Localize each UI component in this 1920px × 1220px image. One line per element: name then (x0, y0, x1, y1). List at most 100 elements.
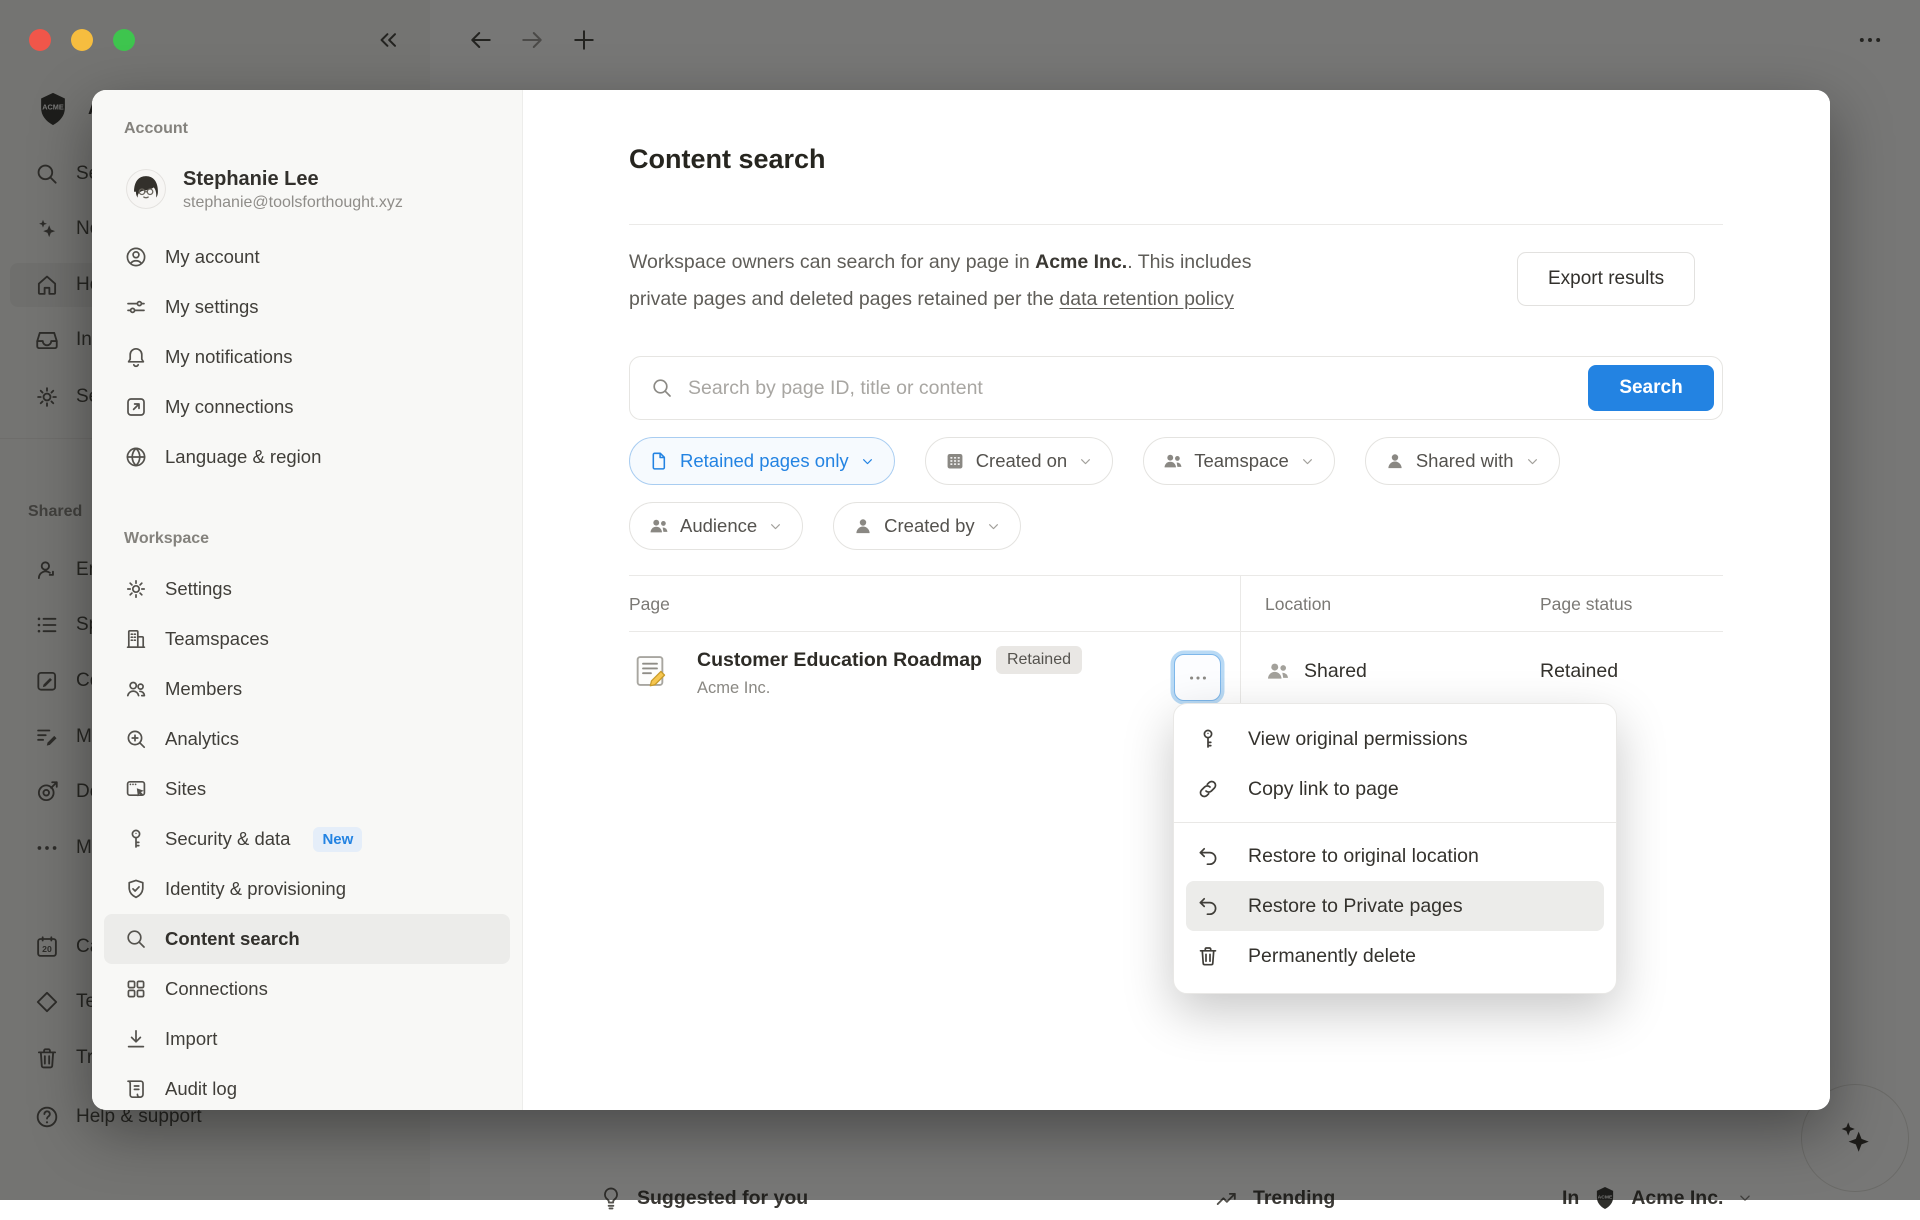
settings-nav-label: My settings (165, 296, 259, 318)
shared-people-icon (1265, 658, 1291, 684)
people-fill-icon (1162, 450, 1184, 472)
table-header: Page Location Page status (629, 575, 1723, 632)
grid-icon (124, 977, 148, 1001)
filter-chips: Retained pages only Created on Teamspace Sh… (629, 437, 1739, 550)
export-results-button[interactable]: Export results (1517, 252, 1695, 306)
search-icon (650, 376, 674, 400)
key-icon (124, 827, 148, 851)
column-header-page: Page (629, 576, 670, 633)
chevron-down-icon (1299, 453, 1316, 470)
settings-nav-members[interactable]: Members (104, 664, 510, 714)
minimize-window-button[interactable] (71, 29, 93, 51)
search-input[interactable] (674, 377, 1588, 400)
filter-chip-label: Created on (976, 450, 1068, 472)
results-table: Page Location Page status Customer Educa… (629, 575, 1723, 710)
scroll-icon (124, 1077, 148, 1101)
settings-nav-my-account[interactable]: My account (104, 232, 510, 282)
sliders-icon (124, 295, 148, 319)
filter-chip-created-by[interactable]: Created by (833, 502, 1021, 550)
new-badge: New (313, 827, 362, 852)
settings-nav-label: Identity & provisioning (165, 878, 346, 900)
settings-nav-sites[interactable]: Sites (104, 764, 510, 814)
row-context-menu: View original permissions Copy link to pa… (1173, 703, 1617, 994)
location-cell: Shared (1304, 660, 1367, 683)
settings-nav-label: Analytics (165, 728, 239, 750)
settings-nav-label: My notifications (165, 346, 293, 368)
building-icon (124, 627, 148, 651)
settings-nav-label: Settings (165, 578, 232, 600)
menu-item-label: View original permissions (1248, 728, 1468, 751)
menu-item-label: Restore to original location (1248, 845, 1479, 868)
settings-nav-settings[interactable]: Settings (104, 564, 510, 614)
content-search-bar: Search (629, 356, 1723, 420)
settings-modal: Account Stephanie Lee stephanie@toolsfor… (92, 90, 1830, 1110)
people-icon (124, 677, 148, 701)
close-window-button[interactable] (29, 29, 51, 51)
menu-item-restore-to-private-pages[interactable]: Restore to Private pages (1186, 881, 1604, 931)
settings-nav-panel: Account Stephanie Lee stephanie@toolsfor… (92, 90, 523, 1110)
filter-chip-label: Retained pages only (680, 450, 849, 472)
settings-nav-label: Teamspaces (165, 628, 269, 650)
page-title: Content search (629, 144, 826, 175)
search-button[interactable]: Search (1588, 365, 1714, 411)
settings-nav-teamspaces[interactable]: Teamspaces (104, 614, 510, 664)
data-retention-policy-link[interactable]: data retention policy (1059, 288, 1234, 310)
settings-nav-import[interactable]: Import (104, 1014, 510, 1064)
key-icon (1196, 727, 1220, 751)
row-actions-button[interactable] (1174, 654, 1221, 701)
page-icon (648, 450, 670, 472)
person-circle-icon (124, 245, 148, 269)
filter-chip-created-on[interactable]: Created on (925, 437, 1114, 485)
settings-nav-my-notifications[interactable]: My notifications (104, 332, 510, 382)
settings-nav-label: Sites (165, 778, 206, 800)
settings-nav-label: My connections (165, 396, 294, 418)
filter-chip-label: Teamspace (1194, 450, 1289, 472)
chevron-down-icon (1077, 453, 1094, 470)
chevron-down-icon (1524, 453, 1541, 470)
menu-divider (1174, 822, 1616, 823)
settings-nav-label: Import (165, 1028, 217, 1050)
menu-item-label: Copy link to page (1248, 778, 1399, 801)
settings-nav-identity-provisioning[interactable]: Identity & provisioning (104, 864, 510, 914)
ellipsis-icon (1187, 667, 1209, 689)
user-name: Stephanie Lee (183, 167, 403, 191)
workspace-name-bold: Acme Inc. (1035, 251, 1127, 273)
menu-item-view-original-permissions[interactable]: View original permissions (1186, 714, 1604, 764)
chevron-down-icon (859, 453, 876, 470)
menu-item-permanently-delete[interactable]: Permanently delete (1186, 931, 1604, 981)
person-fill-icon (852, 515, 874, 537)
settings-nav-content-search[interactable]: Content search (104, 914, 510, 964)
filter-chip-teamspace[interactable]: Teamspace (1143, 437, 1335, 485)
trash-icon (1196, 944, 1220, 968)
settings-nav-language-region[interactable]: Language & region (104, 432, 510, 482)
settings-nav-connections[interactable]: Connections (104, 964, 510, 1014)
settings-nav-my-connections[interactable]: My connections (104, 382, 510, 432)
menu-item-restore-to-original-location[interactable]: Restore to original location (1186, 831, 1604, 881)
link-icon (1196, 777, 1220, 801)
filter-chip-shared-with[interactable]: Shared with (1365, 437, 1560, 485)
description-text: Workspace owners can search for any page… (629, 251, 1035, 273)
settings-nav-security-data[interactable]: Security & data New (104, 814, 510, 864)
settings-nav-my-settings[interactable]: My settings (104, 282, 510, 332)
page-memo-icon (631, 652, 669, 690)
filter-chip-label: Created by (884, 515, 975, 537)
page-description: Workspace owners can search for any page… (629, 244, 1289, 318)
settings-nav-label: Security & data (165, 828, 290, 850)
zoom-window-button[interactable] (113, 29, 135, 51)
filter-chip-retained-pages-only[interactable]: Retained pages only (629, 437, 895, 485)
settings-nav-audit-log[interactable]: Audit log (104, 1064, 510, 1110)
settings-nav-analytics[interactable]: Analytics (104, 714, 510, 764)
workspace-section-label: Workspace (92, 526, 522, 552)
filter-chip-audience[interactable]: Audience (629, 502, 803, 550)
page-title-cell[interactable]: Customer Education Roadmap (697, 649, 982, 672)
table-row[interactable]: Customer Education Roadmap Retained Acme… (629, 632, 1723, 710)
settings-nav-label: My account (165, 246, 260, 268)
menu-item-copy-link-to-page[interactable]: Copy link to page (1186, 764, 1604, 814)
sites-icon (124, 777, 148, 801)
account-section-label: Account (92, 116, 522, 142)
gear-icon (124, 577, 148, 601)
person-fill-icon (1384, 450, 1406, 472)
account-user-row[interactable]: Stephanie Lee stephanie@toolsforthought.… (112, 158, 502, 220)
column-header-location: Location (1265, 576, 1331, 633)
people-fill-icon (648, 515, 670, 537)
